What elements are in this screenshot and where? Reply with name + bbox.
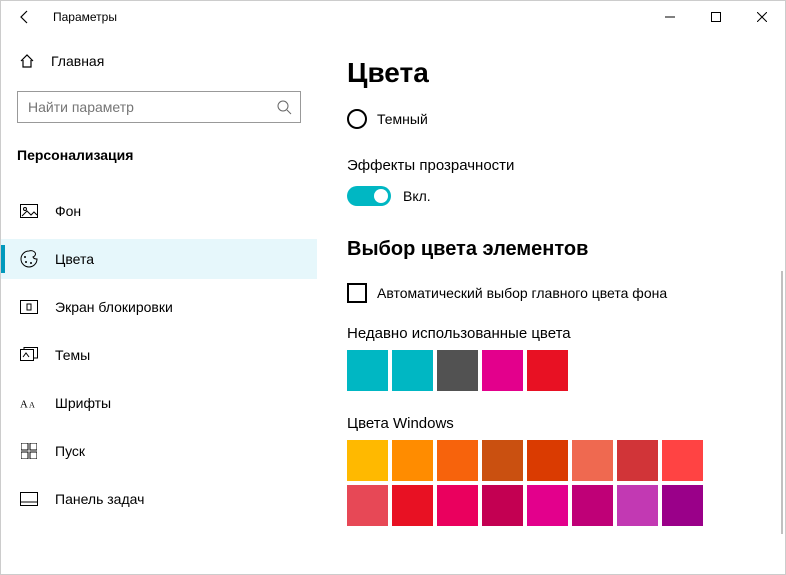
color-swatch[interactable] bbox=[347, 350, 388, 391]
color-swatch[interactable] bbox=[437, 440, 478, 481]
color-swatch[interactable] bbox=[662, 485, 703, 526]
category-label: Персонализация bbox=[1, 137, 317, 173]
page-title: Цвета bbox=[347, 57, 755, 89]
nav-label: Темы bbox=[55, 347, 90, 363]
color-swatch[interactable] bbox=[392, 485, 433, 526]
start-icon bbox=[19, 441, 39, 461]
checkbox-icon bbox=[347, 283, 367, 303]
main-content: Цвета Темный Эффекты прозрачности Вкл. В… bbox=[317, 33, 785, 574]
nav-taskbar[interactable]: Панель задач bbox=[1, 479, 317, 519]
nav-fonts[interactable]: AA Шрифты bbox=[1, 383, 317, 423]
color-swatch[interactable] bbox=[392, 350, 433, 391]
nav-label: Экран блокировки bbox=[55, 299, 173, 315]
color-swatch[interactable] bbox=[347, 440, 388, 481]
color-swatch[interactable] bbox=[662, 440, 703, 481]
color-swatch[interactable] bbox=[437, 350, 478, 391]
sidebar: Главная Персонализация Фон Цвета Экран б… bbox=[1, 33, 317, 574]
back-button[interactable] bbox=[1, 1, 49, 33]
svg-text:A: A bbox=[29, 401, 35, 410]
maximize-button[interactable] bbox=[693, 1, 739, 33]
windows-colors bbox=[347, 440, 715, 526]
color-swatch[interactable] bbox=[572, 485, 613, 526]
nav-list: Фон Цвета Экран блокировки Темы AA Шрифт… bbox=[1, 191, 317, 519]
color-swatch[interactable] bbox=[437, 485, 478, 526]
color-swatch[interactable] bbox=[527, 350, 568, 391]
palette-icon bbox=[19, 249, 39, 269]
auto-pick-checkbox-row[interactable]: Автоматический выбор главного цвета фона bbox=[347, 283, 755, 303]
recent-colors-label: Недавно использованные цвета bbox=[347, 325, 755, 342]
color-swatch[interactable] bbox=[527, 485, 568, 526]
nav-label: Шрифты bbox=[55, 395, 111, 411]
home-icon bbox=[19, 53, 35, 69]
color-swatch[interactable] bbox=[392, 440, 433, 481]
color-swatch[interactable] bbox=[482, 440, 523, 481]
toggle-state: Вкл. bbox=[403, 188, 431, 204]
windows-colors-label: Цвета Windows bbox=[347, 415, 755, 432]
transparency-label: Эффекты прозрачности bbox=[347, 157, 755, 174]
color-swatch[interactable] bbox=[617, 485, 658, 526]
recent-colors bbox=[347, 350, 755, 391]
lockscreen-icon bbox=[19, 297, 39, 317]
picture-icon bbox=[19, 201, 39, 221]
nav-lockscreen[interactable]: Экран блокировки bbox=[1, 287, 317, 327]
search-box[interactable] bbox=[17, 91, 301, 123]
window-controls bbox=[647, 1, 785, 33]
nav-background[interactable]: Фон bbox=[1, 191, 317, 231]
search-input[interactable] bbox=[28, 99, 276, 115]
themes-icon bbox=[19, 345, 39, 365]
minimize-button[interactable] bbox=[647, 1, 693, 33]
nav-label: Пуск bbox=[55, 443, 85, 459]
close-button[interactable] bbox=[739, 1, 785, 33]
nav-label: Цвета bbox=[55, 251, 94, 267]
fonts-icon: AA bbox=[19, 393, 39, 413]
window-title: Параметры bbox=[49, 10, 117, 24]
color-swatch[interactable] bbox=[347, 485, 388, 526]
color-swatch[interactable] bbox=[527, 440, 568, 481]
radio-label: Темный bbox=[377, 111, 428, 127]
taskbar-icon bbox=[19, 489, 39, 509]
svg-text:A: A bbox=[20, 399, 28, 411]
checkbox-label: Автоматический выбор главного цвета фона bbox=[377, 285, 667, 301]
color-swatch[interactable] bbox=[617, 440, 658, 481]
scrollbar[interactable] bbox=[781, 271, 783, 534]
color-swatch[interactable] bbox=[482, 350, 523, 391]
radio-icon bbox=[347, 109, 367, 129]
color-swatch[interactable] bbox=[482, 485, 523, 526]
nav-themes[interactable]: Темы bbox=[1, 335, 317, 375]
nav-colors[interactable]: Цвета bbox=[1, 239, 317, 279]
titlebar: Параметры bbox=[1, 1, 785, 33]
nav-label: Фон bbox=[55, 203, 81, 219]
nav-start[interactable]: Пуск bbox=[1, 431, 317, 471]
dark-mode-radio[interactable]: Темный bbox=[347, 109, 755, 129]
home-label: Главная bbox=[51, 53, 104, 69]
accent-heading: Выбор цвета элементов bbox=[347, 238, 755, 261]
search-icon bbox=[276, 99, 292, 115]
color-swatch[interactable] bbox=[572, 440, 613, 481]
transparency-toggle[interactable] bbox=[347, 186, 391, 206]
nav-label: Панель задач bbox=[55, 491, 144, 507]
home-link[interactable]: Главная bbox=[1, 41, 317, 81]
